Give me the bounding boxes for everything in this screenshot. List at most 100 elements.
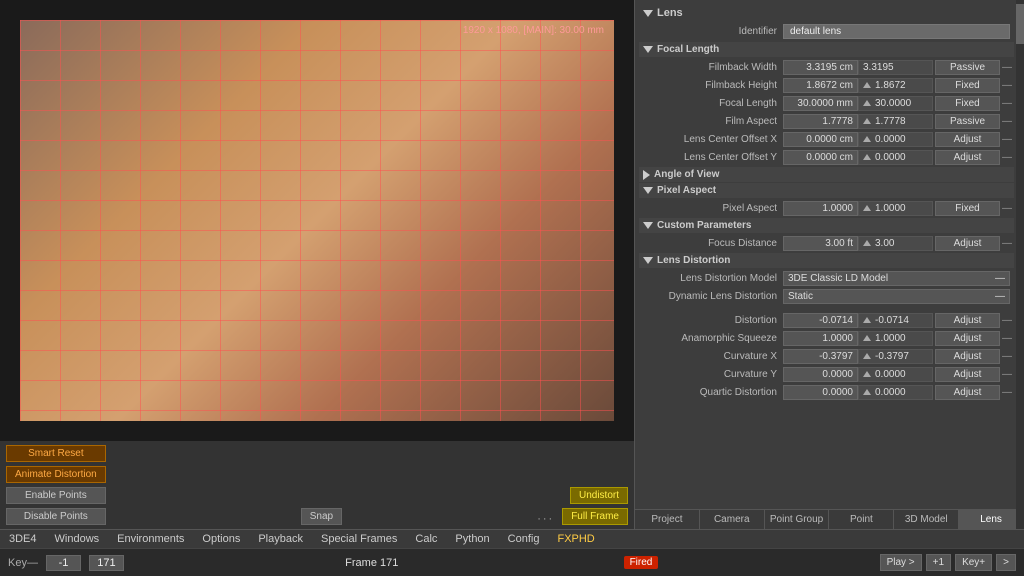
quartic-mode[interactable]: Adjust <box>935 385 1000 400</box>
key-plus-button[interactable]: Key+ <box>955 554 992 571</box>
lens-cx-mode[interactable]: Adjust <box>935 132 1000 147</box>
pixel-aspect-mode[interactable]: Fixed <box>935 201 1000 216</box>
dynamic-lens-distortion-value[interactable]: Static — <box>783 289 1010 304</box>
pixel-aspect-val2[interactable]: 1.0000 <box>858 201 933 216</box>
undistort-button[interactable]: Undistort <box>570 487 628 504</box>
lens-cy-val2[interactable]: 0.0000 <box>858 150 933 165</box>
curvature-x-mode[interactable]: Adjust <box>935 349 1000 364</box>
filmback-width-val1[interactable]: 3.3195 cm <box>783 60 858 75</box>
lens-distortion-model-row: Lens Distortion Model 3DE Classic LD Mod… <box>639 269 1014 287</box>
tab-camera[interactable]: Camera <box>700 510 765 529</box>
curvature-y-val1[interactable]: 0.0000 <box>783 367 858 382</box>
scrollbar-thumb[interactable] <box>1016 4 1024 44</box>
animate-distortion-button[interactable]: Animate Distortion <box>6 466 106 483</box>
film-aspect-val1[interactable]: 1.7778 <box>783 114 858 129</box>
filmback-height-val2[interactable]: 1.8672 <box>858 78 933 93</box>
lens-cy-row: Lens Center Offset Y 0.0000 cm 0.0000 Ad… <box>639 148 1014 166</box>
disable-points-button[interactable]: Disable Points <box>6 508 106 525</box>
film-aspect-dash: — <box>1002 116 1012 127</box>
tab-point-group[interactable]: Point Group <box>765 510 830 529</box>
film-aspect-val2[interactable]: 1.7778 <box>858 114 933 129</box>
lens-panel-header: Lens <box>639 4 1014 22</box>
pixel-aspect-header: Pixel Aspect <box>639 183 1014 198</box>
lens-cx-val2[interactable]: 0.0000 <box>858 132 933 147</box>
viewport-controls: Smart Reset Animate Distortion Enable Po… <box>0 441 634 529</box>
smart-reset-button[interactable]: Smart Reset <box>6 445 106 462</box>
curvature-y-label: Curvature Y <box>643 369 783 380</box>
frame-display-value[interactable]: 171 <box>89 555 124 571</box>
tab-lens[interactable]: Lens <box>959 510 1024 529</box>
focal-length-collapse-icon[interactable] <box>643 46 653 53</box>
key-label: Key— <box>8 557 38 569</box>
enable-points-button[interactable]: Enable Points <box>6 487 106 504</box>
lens-cx-row: Lens Center Offset X 0.0000 cm 0.0000 Ad… <box>639 130 1014 148</box>
lens-panel[interactable]: Lens Identifier Focal Length Filmback Wi… <box>635 0 1024 509</box>
distortion-mode[interactable]: Adjust <box>935 313 1000 328</box>
tab-point[interactable]: Point <box>829 510 894 529</box>
curvature-x-val2[interactable]: -0.3797 <box>858 349 933 364</box>
focal-length-val2[interactable]: 30.0000 <box>858 96 933 111</box>
bottom-controls-row: Smart Reset Animate Distortion Enable Po… <box>6 445 628 525</box>
distortion-val1[interactable]: -0.0714 <box>783 313 858 328</box>
filmback-height-mode[interactable]: Fixed <box>935 78 1000 93</box>
menu-python[interactable]: Python <box>452 532 492 546</box>
pixel-aspect-val1[interactable]: 1.0000 <box>783 201 858 216</box>
filmback-height-delta-icon <box>863 82 871 88</box>
quartic-label: Quartic Distortion <box>643 387 783 398</box>
film-aspect-mode[interactable]: Passive <box>935 114 1000 129</box>
arrow-right-button[interactable]: > <box>996 554 1016 571</box>
menu-3de4[interactable]: 3DE4 <box>6 532 40 546</box>
menu-environments[interactable]: Environments <box>114 532 187 546</box>
curvature-x-val1[interactable]: -0.3797 <box>783 349 858 364</box>
lens-cy-val1[interactable]: 0.0000 cm <box>783 150 858 165</box>
lens-collapse-icon[interactable] <box>643 10 653 17</box>
lens-cx-val1[interactable]: 0.0000 cm <box>783 132 858 147</box>
focal-length-mode[interactable]: Fixed <box>935 96 1000 111</box>
anamorphic-val1[interactable]: 1.0000 <box>783 331 858 346</box>
snap-button[interactable]: Snap <box>301 508 342 525</box>
filmback-width-mode[interactable]: Passive <box>935 60 1000 75</box>
quartic-val2[interactable]: 0.0000 <box>858 385 933 400</box>
filmback-height-val1[interactable]: 1.8672 cm <box>783 78 858 93</box>
ellipsis-icon[interactable]: ··· <box>537 513 554 525</box>
distortion-val2[interactable]: -0.0714 <box>858 313 933 328</box>
angle-of-view-collapse-icon[interactable] <box>643 170 650 180</box>
quartic-delta-icon <box>863 389 871 395</box>
focus-distance-label: Focus Distance <box>643 238 783 249</box>
full-frame-button[interactable]: Full Frame <box>562 508 628 525</box>
curvature-y-mode[interactable]: Adjust <box>935 367 1000 382</box>
menu-options[interactable]: Options <box>199 532 243 546</box>
anamorphic-mode[interactable]: Adjust <box>935 331 1000 346</box>
app: 1920 x 1080, [MAIN]: 30.00 mm Smart Rese… <box>0 0 1024 576</box>
focus-distance-val1[interactable]: 3.00 ft <box>783 236 858 251</box>
quartic-val1[interactable]: 0.0000 <box>783 385 858 400</box>
menu-playback[interactable]: Playback <box>255 532 306 546</box>
frame-label: Frame 171 <box>345 557 398 569</box>
lens-cy-mode[interactable]: Adjust <box>935 150 1000 165</box>
focus-distance-mode[interactable]: Adjust <box>935 236 1000 251</box>
play-button[interactable]: Play > <box>880 554 922 571</box>
anamorphic-val2[interactable]: 1.0000 <box>858 331 933 346</box>
menu-calc[interactable]: Calc <box>412 532 440 546</box>
curvature-y-val2[interactable]: 0.0000 <box>858 367 933 382</box>
focus-distance-val2[interactable]: 3.00 <box>858 236 933 251</box>
curvature-x-label: Curvature X <box>643 351 783 362</box>
distortion-delta-icon <box>863 317 871 323</box>
pixel-aspect-collapse-icon[interactable] <box>643 187 653 194</box>
focal-length-val1[interactable]: 30.0000 mm <box>783 96 858 111</box>
identifier-input[interactable] <box>783 24 1010 39</box>
custom-params-collapse-icon[interactable] <box>643 222 653 229</box>
tab-3d-model[interactable]: 3D Model <box>894 510 959 529</box>
tab-project[interactable]: Project <box>635 510 700 529</box>
lens-distortion-collapse-icon[interactable] <box>643 257 653 264</box>
menu-windows[interactable]: Windows <box>52 532 103 546</box>
lens-distortion-model-value[interactable]: 3DE Classic LD Model — <box>783 271 1010 286</box>
plus-one-button[interactable]: +1 <box>926 554 951 571</box>
lens-cy-dash: — <box>1002 152 1012 163</box>
menu-fxphd[interactable]: FXPHD <box>554 532 597 546</box>
menu-special-frames[interactable]: Special Frames <box>318 532 400 546</box>
pixel-aspect-row: Pixel Aspect 1.0000 1.0000 Fixed — <box>639 199 1014 217</box>
filmback-width-val2[interactable]: 3.3195 <box>858 60 933 75</box>
key-minus-value[interactable]: -1 <box>46 555 81 571</box>
menu-config[interactable]: Config <box>505 532 543 546</box>
